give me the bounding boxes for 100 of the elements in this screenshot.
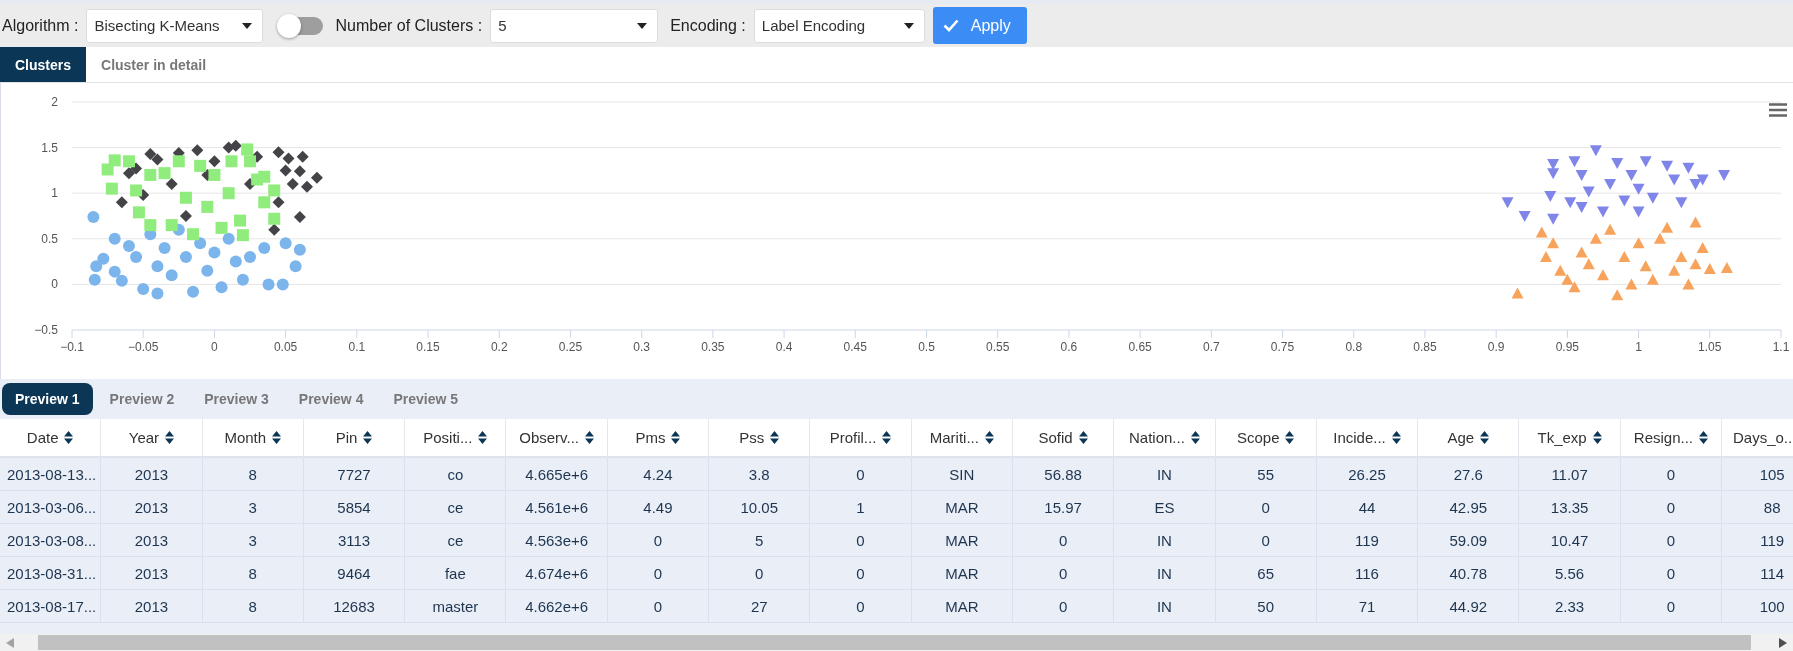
tick-label: 0.85	[1413, 340, 1437, 354]
tab[interactable]: Cluster in detail	[86, 47, 222, 82]
sort-icon[interactable]	[1190, 431, 1200, 444]
tick-label: 0.4	[775, 340, 793, 354]
column-header[interactable]: Month	[202, 419, 304, 458]
table-cell: 56.88	[1012, 458, 1115, 491]
table-cell: 2013-08-31...	[0, 557, 102, 590]
column-header[interactable]: Nation...	[1114, 419, 1216, 458]
table-cell: 0	[1620, 491, 1723, 524]
table-cell: 15.97	[1012, 491, 1115, 524]
sort-icon[interactable]	[1285, 431, 1295, 444]
sort-icon[interactable]	[478, 431, 488, 444]
tick-label: 0.75	[1270, 340, 1295, 354]
table-cell: 13.35	[1519, 491, 1621, 524]
sort-icon[interactable]	[984, 431, 994, 444]
column-header[interactable]: Age	[1418, 419, 1520, 458]
table-cell: 10.05	[709, 491, 811, 524]
column-header[interactable]: Mariti...	[911, 419, 1013, 458]
table-cell: 0	[810, 557, 912, 590]
column-header[interactable]: Year	[101, 419, 203, 458]
table-cell: 0	[1620, 590, 1723, 623]
tick-label: −0.1	[60, 340, 84, 354]
table-cell: IN	[1114, 524, 1216, 557]
sort-icon[interactable]	[671, 431, 681, 444]
tick-label: 0.6	[1060, 340, 1078, 354]
table-cell: 42.95	[1418, 491, 1520, 524]
column-header[interactable]: Tk_exp	[1519, 419, 1621, 458]
sort-icon[interactable]	[272, 431, 282, 444]
sort-icon[interactable]	[585, 431, 594, 444]
column-header[interactable]: Observ...	[506, 419, 608, 458]
header-text: Date	[26, 429, 59, 446]
algorithm-select[interactable]: Bisecting K-Means	[86, 8, 264, 43]
column-header[interactable]: Profil...	[810, 419, 912, 458]
tick-label: 0.15	[416, 340, 440, 354]
field-label: Encoding :	[670, 16, 746, 35]
tick-label: 0.05	[273, 340, 298, 354]
tab[interactable]: Preview 2	[96, 383, 188, 415]
scrollbar-thumb[interactable]	[38, 635, 1751, 650]
sort-icon[interactable]	[882, 431, 892, 444]
table-cell: MAR	[911, 524, 1013, 557]
sort-icon[interactable]	[770, 431, 780, 444]
header-text: Profil...	[829, 429, 877, 446]
tick-label: 0.95	[1555, 340, 1580, 354]
menu-icon[interactable]	[1769, 103, 1787, 117]
table-cell: 0	[1620, 524, 1723, 557]
table-cell: 0	[607, 557, 710, 590]
sort-icon[interactable]	[1391, 431, 1401, 444]
header-text: Days_o...	[1733, 429, 1793, 446]
column-header[interactable]: Date	[0, 419, 102, 458]
clusters-select[interactable]: 5	[490, 8, 659, 43]
caret-icon	[242, 22, 253, 29]
table-cell: 119	[1316, 524, 1419, 557]
table-cell: 27.6	[1418, 458, 1520, 491]
table-cell: IN	[1114, 458, 1216, 491]
table-cell: 2013-03-08...	[0, 524, 102, 557]
table-cell: 2013	[101, 458, 203, 491]
field-label: Algorithm :	[2, 16, 79, 35]
table-cell: 55	[1215, 458, 1317, 491]
tab[interactable]: Preview 5	[380, 383, 472, 415]
sort-icon[interactable]	[1480, 431, 1490, 444]
tick-label: 2	[51, 95, 58, 109]
column-header[interactable]: Scope	[1215, 419, 1317, 458]
table-cell: 4.561e+6	[506, 491, 608, 524]
column-header[interactable]: Resign...	[1620, 419, 1723, 458]
tick-label: 0.5	[41, 231, 58, 246]
column-header[interactable]: Incide...	[1316, 419, 1419, 458]
table-cell: 4.563e+6	[506, 524, 608, 557]
table-cell: 44.92	[1418, 590, 1520, 623]
tick-label: 0.7	[1203, 340, 1220, 354]
column-header[interactable]: Sofid	[1012, 419, 1115, 458]
table-cell: 1	[810, 491, 912, 524]
column-header[interactable]: Pin	[303, 419, 406, 458]
sort-icon[interactable]	[363, 431, 373, 444]
tick-label: 0.35	[701, 340, 725, 354]
column-header[interactable]: Positi...	[405, 419, 507, 458]
tab[interactable]: Preview 3	[191, 383, 282, 415]
column-header[interactable]: Pss	[709, 419, 811, 458]
encoding-select[interactable]: Label Encoding	[753, 8, 925, 43]
table-cell: 8	[202, 557, 304, 590]
table-cell: 105	[1722, 458, 1793, 491]
sort-icon[interactable]	[1699, 431, 1708, 444]
column-header[interactable]: Days_o...	[1722, 419, 1793, 458]
column-header[interactable]: Pms	[607, 419, 710, 458]
sort-icon[interactable]	[64, 431, 74, 444]
tick-label: 1.1	[1772, 340, 1790, 354]
tab[interactable]: Preview 4	[285, 383, 377, 415]
scroll-right-icon[interactable]	[1779, 637, 1787, 648]
sort-icon[interactable]	[1078, 431, 1088, 444]
table-cell: 0	[607, 524, 710, 557]
sort-icon[interactable]	[165, 431, 175, 444]
tick-label: 0.45	[843, 340, 867, 354]
table-cell: 11.07	[1519, 458, 1621, 491]
tab[interactable]: Clusters	[0, 47, 87, 82]
header-text: Mariti...	[929, 429, 979, 446]
table-cell: 0	[810, 458, 912, 491]
header-text: Age	[1447, 429, 1475, 446]
tab[interactable]: Preview 1	[2, 383, 93, 415]
sort-icon[interactable]	[1592, 431, 1602, 444]
table-cell: MAR	[911, 491, 1013, 524]
table-cell: 2013	[101, 524, 203, 557]
